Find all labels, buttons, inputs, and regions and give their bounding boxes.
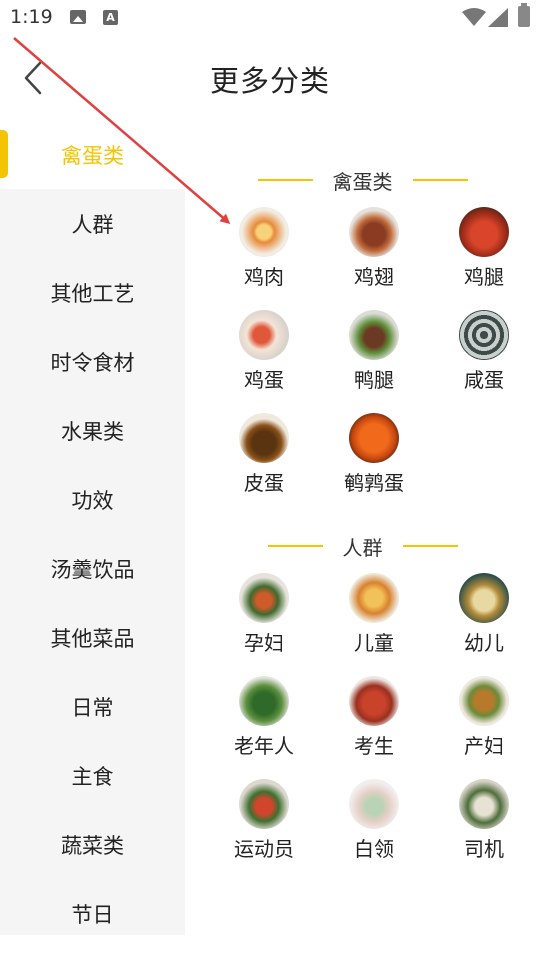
category-label: 咸蛋 bbox=[464, 368, 504, 392]
sidebar-item-vegetables[interactable]: 蔬菜类 bbox=[0, 810, 185, 879]
section-divider-right bbox=[412, 179, 468, 181]
sidebar-item-other-dishes[interactable]: 其他菜品 bbox=[0, 603, 185, 672]
category-label: 鸡肉 bbox=[244, 265, 284, 289]
food-thumbnail bbox=[349, 413, 399, 463]
category-content: 禽蛋类 鸡肉 鸡翅 鸡腿 鸡蛋 鸭腿 咸蛋 皮蛋 鹌鹑蛋 人群 孕妇 儿童 幼儿… bbox=[185, 120, 540, 935]
category-label: 白领 bbox=[354, 837, 394, 861]
signal-icon bbox=[488, 8, 508, 27]
food-thumbnail bbox=[349, 207, 399, 257]
wifi-icon bbox=[462, 8, 486, 26]
category-item-children[interactable]: 儿童 bbox=[319, 571, 429, 674]
sidebar-item-seasonal[interactable]: 时令食材 bbox=[0, 327, 185, 396]
food-thumbnail bbox=[349, 310, 399, 360]
food-thumbnail bbox=[459, 779, 509, 829]
food-thumbnail bbox=[239, 779, 289, 829]
sidebar-item-people[interactable]: 人群 bbox=[0, 189, 185, 258]
category-label: 老年人 bbox=[234, 734, 294, 758]
category-item-athlete[interactable]: 运动员 bbox=[209, 777, 319, 880]
sidebar-item-other-crafts[interactable]: 其他工艺 bbox=[0, 258, 185, 327]
category-item-infant[interactable]: 幼儿 bbox=[429, 571, 539, 674]
bottom-spacer bbox=[0, 935, 540, 960]
section-people: 人群 孕妇 儿童 幼儿 老年人 考生 产妇 运动员 白领 司机 bbox=[185, 521, 540, 880]
category-sidebar: 禽蛋类 人群 其他工艺 时令食材 水果类 功效 汤羹饮品 其他菜品 日常 主食 … bbox=[0, 120, 185, 935]
food-thumbnail bbox=[459, 676, 509, 726]
section-poultry-eggs: 禽蛋类 鸡肉 鸡翅 鸡腿 鸡蛋 鸭腿 咸蛋 皮蛋 鹌鹑蛋 bbox=[185, 155, 540, 514]
page-title: 更多分类 bbox=[209, 64, 330, 98]
category-grid: 孕妇 儿童 幼儿 老年人 考生 产妇 运动员 白领 司机 bbox=[209, 571, 540, 880]
category-label: 皮蛋 bbox=[244, 471, 284, 495]
category-item-century-egg[interactable]: 皮蛋 bbox=[209, 411, 319, 514]
category-item-driver[interactable]: 司机 bbox=[429, 777, 539, 880]
category-item-white-collar[interactable]: 白领 bbox=[319, 777, 429, 880]
food-thumbnail bbox=[239, 413, 289, 463]
category-item-quail-egg[interactable]: 鹌鹑蛋 bbox=[319, 411, 429, 514]
app-header: 更多分类 bbox=[0, 40, 540, 116]
food-thumbnail bbox=[239, 573, 289, 623]
category-item-elderly[interactable]: 老年人 bbox=[209, 674, 319, 777]
sidebar-item-efficacy[interactable]: 功效 bbox=[0, 465, 185, 534]
category-label: 司机 bbox=[464, 837, 504, 861]
food-thumbnail bbox=[239, 310, 289, 360]
a-badge-icon: A bbox=[103, 10, 118, 25]
food-thumbnail bbox=[349, 573, 399, 623]
section-title: 禽蛋类 bbox=[332, 169, 393, 194]
status-bar: 1:19 A bbox=[0, 0, 540, 36]
category-label: 产妇 bbox=[464, 734, 504, 758]
category-item-pregnant[interactable]: 孕妇 bbox=[209, 571, 319, 674]
section-divider-left bbox=[257, 179, 313, 181]
category-label: 鸭腿 bbox=[354, 368, 394, 392]
category-label: 鸡翅 bbox=[354, 265, 394, 289]
sidebar-item-poultry-eggs[interactable]: 禽蛋类 bbox=[0, 120, 185, 189]
battery-icon bbox=[518, 3, 530, 27]
category-item-egg[interactable]: 鸡蛋 bbox=[209, 308, 319, 411]
food-thumbnail bbox=[459, 310, 509, 360]
category-item-examinee[interactable]: 考生 bbox=[319, 674, 429, 777]
food-thumbnail bbox=[459, 573, 509, 623]
category-label: 幼儿 bbox=[464, 631, 504, 655]
category-label: 鸡蛋 bbox=[244, 368, 284, 392]
category-item-chicken-leg[interactable]: 鸡腿 bbox=[429, 205, 539, 308]
section-header: 禽蛋类 bbox=[185, 155, 540, 205]
sidebar-item-staple[interactable]: 主食 bbox=[0, 741, 185, 810]
food-thumbnail bbox=[349, 779, 399, 829]
category-label: 孕妇 bbox=[244, 631, 284, 655]
image-icon bbox=[70, 10, 86, 24]
section-divider-left bbox=[267, 545, 323, 547]
category-grid: 鸡肉 鸡翅 鸡腿 鸡蛋 鸭腿 咸蛋 皮蛋 鹌鹑蛋 bbox=[209, 205, 540, 514]
food-thumbnail bbox=[239, 676, 289, 726]
category-label: 鹌鹑蛋 bbox=[344, 471, 404, 495]
food-thumbnail bbox=[349, 676, 399, 726]
category-item-chicken-wing[interactable]: 鸡翅 bbox=[319, 205, 429, 308]
sidebar-item-soups-drinks[interactable]: 汤羹饮品 bbox=[0, 534, 185, 603]
section-header: 人群 bbox=[185, 521, 540, 571]
category-label: 儿童 bbox=[354, 631, 394, 655]
category-item-postpartum[interactable]: 产妇 bbox=[429, 674, 539, 777]
food-thumbnail bbox=[459, 207, 509, 257]
section-title: 人群 bbox=[342, 535, 383, 560]
food-thumbnail bbox=[239, 207, 289, 257]
section-divider-right bbox=[402, 545, 458, 547]
category-item-salted-egg[interactable]: 咸蛋 bbox=[429, 308, 539, 411]
sidebar-item-daily[interactable]: 日常 bbox=[0, 672, 185, 741]
category-item-chicken[interactable]: 鸡肉 bbox=[209, 205, 319, 308]
category-item-duck-leg[interactable]: 鸭腿 bbox=[319, 308, 429, 411]
status-time: 1:19 bbox=[10, 6, 53, 28]
category-label: 鸡腿 bbox=[464, 265, 504, 289]
category-label: 运动员 bbox=[234, 837, 294, 861]
sidebar-item-fruits[interactable]: 水果类 bbox=[0, 396, 185, 465]
category-label: 考生 bbox=[354, 734, 394, 758]
